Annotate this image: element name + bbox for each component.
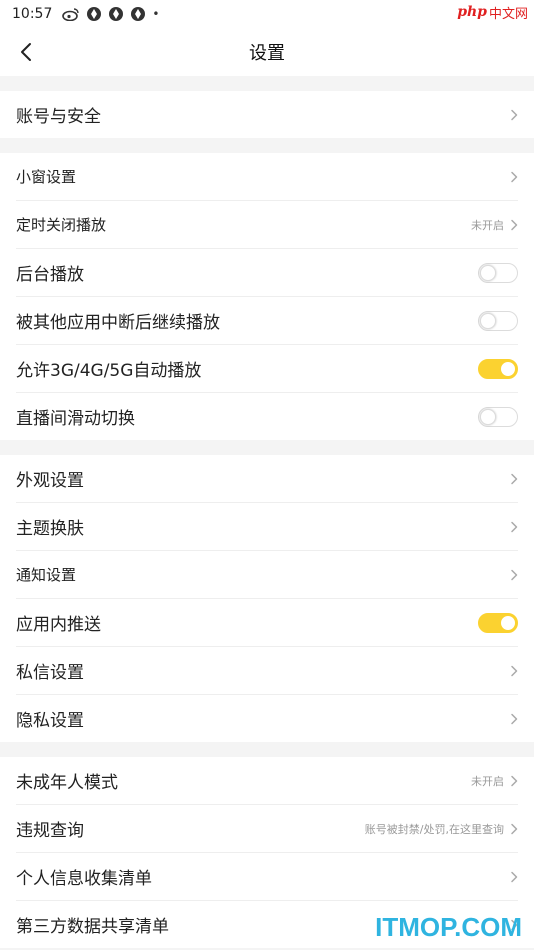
chevron-right-icon (511, 109, 518, 120)
settings-link-row[interactable]: 个人信息收集清单 (16, 853, 518, 901)
row-label: 通知设置 (16, 566, 77, 584)
settings-link-row[interactable]: 定时关闭播放 未开启 (16, 201, 518, 249)
php-watermark-cn: 中文网 (488, 6, 528, 22)
back-button[interactable] (8, 34, 44, 70)
row-right (510, 871, 518, 883)
row-label: 直播间滑动切换 (16, 409, 135, 429)
settings-link-row[interactable]: 私信设置 (16, 647, 518, 695)
row-right (510, 713, 518, 725)
section-gap (0, 742, 534, 757)
row-right (510, 521, 518, 533)
row-right (510, 665, 518, 677)
app-notification-icon (131, 7, 146, 21)
toggle-switch[interactable] (478, 358, 518, 379)
row-label: 主题换肤 (16, 519, 84, 539)
status-dot: • (152, 7, 160, 21)
row-hint: 未开启 (471, 218, 504, 232)
chevron-right-icon (511, 871, 518, 882)
row-label: 外观设置 (16, 471, 84, 491)
app-notification-icon (109, 7, 124, 21)
toggle-switch[interactable] (478, 612, 518, 633)
toggle-switch[interactable] (478, 310, 518, 331)
chevron-right-icon (511, 823, 518, 834)
row-label: 后台播放 (16, 265, 84, 285)
status-icons: • (62, 6, 159, 22)
chevron-right-icon (511, 171, 518, 182)
row-right (478, 612, 518, 633)
toggle-knob (480, 264, 496, 281)
settings-link-row[interactable]: 外观设置 (16, 455, 518, 503)
php-watermark: php 中文网 (457, 2, 528, 22)
settings-group: 小窗设置定时关闭播放 未开启后台播放被其他应用中断后继续播放 允许3G/4G/5G自… (0, 153, 534, 440)
toggle-knob (480, 408, 496, 425)
chevron-right-icon (511, 713, 518, 724)
status-bar: 10:57 • (0, 0, 534, 28)
row-label: 隐私设置 (16, 711, 84, 731)
settings-link-row[interactable]: 主题换肤 (16, 503, 518, 551)
chevron-right-icon (511, 665, 518, 676)
row-right (478, 406, 518, 427)
chevron-right-icon (511, 219, 518, 230)
row-label: 定时关闭播放 (16, 216, 107, 234)
app-notification-icon (87, 7, 102, 21)
settings-link-row[interactable]: 账号与安全 (16, 91, 518, 138)
section-gap (0, 76, 534, 91)
row-right (510, 569, 518, 581)
chevron-right-icon (511, 521, 518, 532)
row-right: 账号被封禁/处罚,在这里查询 (365, 821, 518, 837)
settings-link-row[interactable]: 隐私设置 (16, 695, 518, 742)
toggle-knob (480, 312, 496, 329)
settings-group: 账号与安全 (0, 91, 534, 138)
settings-list: 账号与安全 小窗设置 定时关闭播放 未开启 后台播放 被其他应用中断后继续播放 允许3G/4… (0, 76, 534, 948)
nav-bar: 设置 (0, 28, 534, 76)
row-label: 小窗设置 (16, 168, 77, 186)
row-right (478, 358, 518, 379)
row-right: 未开启 (471, 217, 518, 233)
itmop-watermark: ITMOP.COM (375, 912, 522, 942)
settings-link-row[interactable]: 违规查询 账号被封禁/处罚,在这里查询 (16, 805, 518, 853)
php-watermark-text: php (457, 4, 487, 20)
chevron-right-icon (511, 473, 518, 484)
row-right: 未开启 (471, 773, 518, 789)
toggle-knob (500, 614, 516, 631)
row-right (510, 109, 518, 121)
weibo-icon (62, 8, 80, 21)
settings-toggle-row[interactable]: 直播间滑动切换 (16, 393, 518, 440)
row-label: 应用内推送 (16, 615, 101, 635)
section-gap (0, 440, 534, 455)
row-right (478, 310, 518, 331)
row-hint: 未开启 (471, 774, 504, 788)
settings-toggle-row[interactable]: 允许3G/4G/5G自动播放 (16, 345, 518, 393)
status-time: 10:57 (12, 6, 53, 22)
settings-link-row[interactable]: 小窗设置 (16, 153, 518, 201)
settings-toggle-row[interactable]: 后台播放 (16, 249, 518, 297)
row-label: 第三方数据共享清单 (16, 917, 169, 937)
settings-group: 外观设置主题换肤通知设置应用内推送私信设置隐私设置 (0, 455, 534, 742)
row-label: 违规查询 (16, 821, 84, 841)
page-title: 设置 (249, 43, 285, 64)
row-label: 未成年人模式 (16, 773, 118, 793)
row-right (478, 262, 518, 283)
row-label: 私信设置 (16, 663, 84, 683)
chevron-right-icon (511, 569, 518, 580)
settings-toggle-row[interactable]: 被其他应用中断后继续播放 (16, 297, 518, 345)
settings-toggle-row[interactable]: 应用内推送 (16, 599, 518, 647)
chevron-right-icon (511, 775, 518, 786)
section-gap (0, 138, 534, 153)
row-label: 被其他应用中断后继续播放 (16, 313, 220, 333)
row-right (510, 171, 518, 183)
row-label: 个人信息收集清单 (16, 869, 152, 889)
toggle-switch[interactable] (478, 262, 518, 283)
row-label: 账号与安全 (16, 107, 101, 127)
row-hint: 账号被封禁/处罚,在这里查询 (364, 822, 504, 836)
row-label: 允许3G/4G/5G自动播放 (16, 361, 202, 381)
row-right (510, 473, 518, 485)
toggle-switch[interactable] (478, 406, 518, 427)
settings-link-row[interactable]: 未成年人模式 未开启 (16, 757, 518, 805)
chevron-left-icon (21, 43, 31, 61)
settings-link-row[interactable]: 通知设置 (16, 551, 518, 599)
toggle-knob (500, 360, 516, 377)
